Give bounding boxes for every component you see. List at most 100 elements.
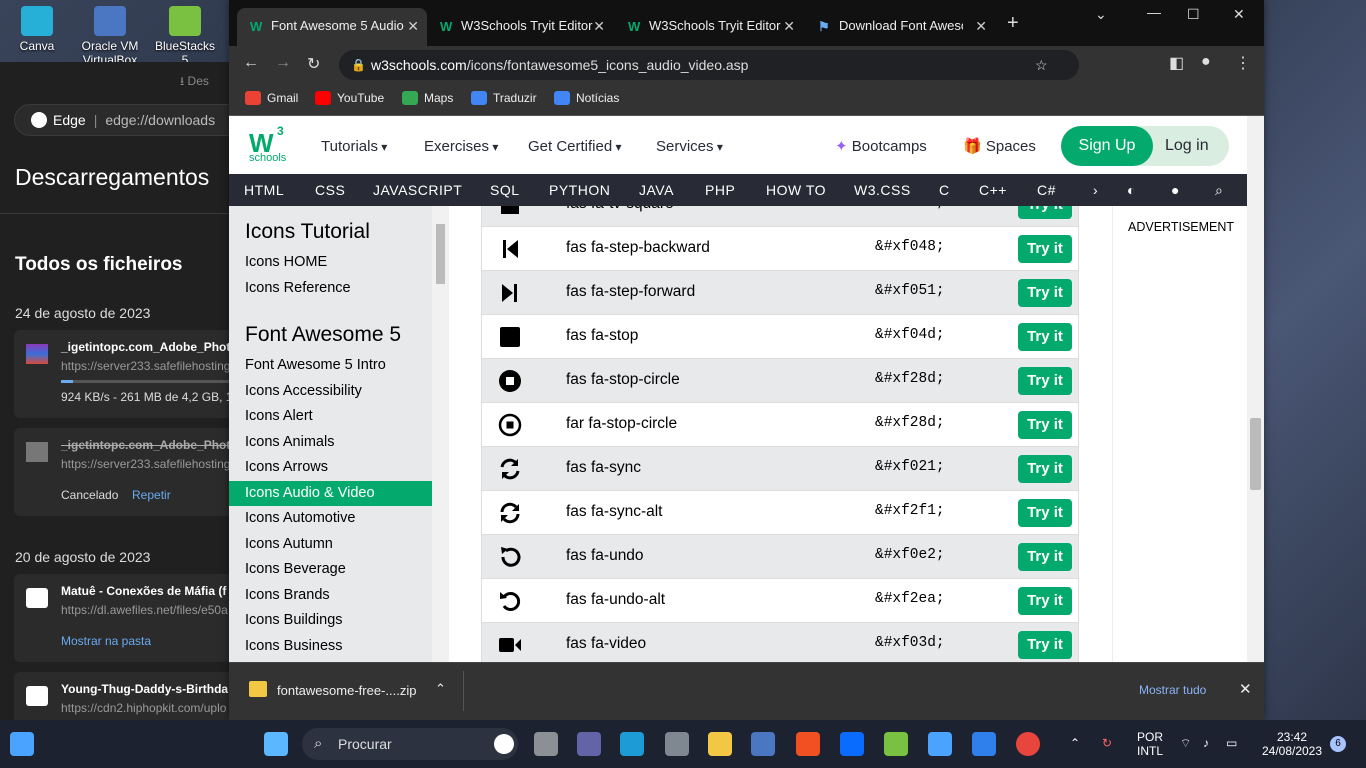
bluestacks-icon[interactable]	[884, 732, 908, 756]
sidebar-item[interactable]: Icons Audio & Video	[229, 480, 432, 506]
close-tab-icon[interactable]: ✕	[783, 8, 795, 44]
menu-exercises[interactable]: Exercises	[424, 138, 498, 155]
nav-python[interactable]: PYTHON	[549, 182, 610, 198]
close-window-button[interactable]: ✕	[1233, 6, 1245, 23]
nav-csharp[interactable]: C#	[1037, 182, 1056, 198]
download-item[interactable]: Young-Thug-Daddy-s-Birthda https://cdn2.…	[14, 672, 230, 722]
network-alert-icon[interactable]: ↻	[1102, 736, 1112, 750]
download-item[interactable]: _igetintopc.com_Adobe_Phot https://serve…	[14, 330, 230, 418]
try-it-button[interactable]: Try it	[1018, 323, 1072, 351]
sidebar-scrollbar[interactable]	[432, 206, 449, 662]
sidebar-item[interactable]: Icons Animals	[229, 430, 432, 456]
file-explorer-icon[interactable]	[708, 732, 732, 756]
download-item[interactable]: _igetintopc.com_Adobe_Phot https://serve…	[14, 428, 230, 516]
desktop-icon-canva[interactable]: Canva	[7, 6, 67, 53]
bookmark-youtube[interactable]: YouTube	[315, 91, 384, 105]
try-it-button[interactable]: Try it	[1018, 279, 1072, 307]
taskbar-search[interactable]: ⌕ Procurar	[302, 728, 518, 760]
sidebar-item[interactable]: Icons Alert	[229, 404, 432, 430]
retry-link[interactable]: Repetir	[132, 488, 171, 502]
tab-tryit-2[interactable]: W W3Schools Tryit Editor ✕	[615, 8, 803, 46]
edge-address-bar[interactable]: Edge | edge://downloads	[14, 104, 230, 136]
try-it-button[interactable]: Try it	[1018, 543, 1072, 571]
globe-icon[interactable]: ●	[1171, 182, 1180, 198]
desktop-icon-bluestacks[interactable]: BlueStacks 5	[155, 6, 215, 67]
tab-tryit-1[interactable]: W W3Schools Tryit Editor ✕	[427, 8, 613, 46]
download-item[interactable]: Matuê - Conexões de Máfia (f https://dl.…	[14, 574, 230, 662]
nav-java[interactable]: JAVA	[639, 182, 674, 198]
show-all-button[interactable]: Mostrar tudo	[1139, 683, 1206, 697]
download-file-name[interactable]: fontawesome-free-....zip	[277, 683, 416, 698]
try-it-button[interactable]: Try it	[1018, 499, 1072, 527]
page-scrollbar[interactable]	[1247, 116, 1264, 662]
chevron-up-icon[interactable]: ⌃	[1070, 736, 1080, 750]
chrome-icon[interactable]	[1016, 732, 1040, 756]
notification-badge[interactable]: 6	[1330, 736, 1346, 752]
signup-button[interactable]: Sign Up	[1061, 126, 1153, 166]
dark-mode-icon[interactable]: ◐	[1127, 182, 1136, 198]
minimize-button[interactable]: —	[1147, 4, 1161, 20]
nav-howto[interactable]: HOW TO	[766, 182, 826, 198]
nav-cpp[interactable]: C++	[979, 182, 1007, 198]
sidebar-item[interactable]: Icons Automotive	[229, 506, 432, 532]
sidebar-item[interactable]: Icons Accessibility	[229, 379, 432, 405]
close-tab-icon[interactable]: ✕	[593, 8, 605, 44]
widgets-icon[interactable]	[10, 732, 34, 756]
profile-icon[interactable]: ●	[1201, 53, 1211, 71]
vscode-icon[interactable]	[972, 732, 996, 756]
virtualbox-icon[interactable]	[751, 732, 775, 756]
nav-w3css[interactable]: W3.CSS	[854, 182, 911, 198]
bookmark-maps[interactable]: Maps	[402, 91, 453, 105]
menu-tutorials[interactable]: Tutorials	[321, 138, 387, 155]
edge-download-toolbar[interactable]: ⭳ Des	[180, 72, 209, 93]
sidebar-item[interactable]: Icons Beverage	[229, 557, 432, 583]
bookmark-translate[interactable]: Traduzir	[471, 91, 537, 105]
bluetooth-icon[interactable]	[840, 732, 864, 756]
nav-sql[interactable]: SQL	[490, 182, 520, 198]
settings-gear-icon[interactable]	[665, 732, 689, 756]
bookmark-news[interactable]: Notícias	[554, 91, 619, 105]
sidebar-item[interactable]: Icons HOME	[229, 250, 432, 276]
sidebar-item[interactable]: Icons Business	[229, 634, 432, 660]
try-it-button[interactable]: Try it	[1018, 206, 1072, 219]
w3schools-logo[interactable]: W 3 schools	[249, 124, 289, 164]
try-it-button[interactable]: Try it	[1018, 411, 1072, 439]
tab-search-icon[interactable]: ⌄	[1095, 6, 1107, 23]
store-icon[interactable]	[796, 732, 820, 756]
menu-icon[interactable]: ⋮	[1235, 53, 1251, 73]
search-icon[interactable]: ⌕	[1215, 182, 1223, 199]
try-it-button[interactable]: Try it	[1018, 235, 1072, 263]
side-panel-icon[interactable]: ◧	[1169, 53, 1184, 73]
spaces-link[interactable]: 🎁 Spaces	[963, 137, 1036, 155]
bookmark-star-icon[interactable]: ☆	[1035, 50, 1048, 80]
sidebar-item[interactable]: Icons Reference	[229, 276, 432, 302]
back-icon[interactable]: ←	[243, 54, 259, 72]
wifi-icon[interactable]: ⌔	[1180, 736, 1191, 750]
close-download-bar-icon[interactable]: ✕	[1239, 680, 1252, 698]
edge-icon[interactable]	[620, 732, 644, 756]
try-it-button[interactable]: Try it	[1018, 367, 1072, 395]
desktop-icon-virtualbox[interactable]: Oracle VM VirtualBox	[80, 6, 140, 67]
task-view-icon[interactable]	[534, 732, 558, 756]
start-icon[interactable]	[264, 732, 288, 756]
chevron-right-icon[interactable]: ›	[1093, 182, 1098, 198]
nav-html[interactable]: HTML	[244, 182, 284, 198]
tab-font-awesome[interactable]: W Font Awesome 5 Audio ✕	[237, 8, 427, 46]
sidebar-item[interactable]: Font Awesome 5 Intro	[229, 353, 432, 379]
battery-icon[interactable]: ▭	[1226, 736, 1237, 750]
forward-icon[interactable]: →	[275, 54, 291, 72]
try-it-button[interactable]: Try it	[1018, 587, 1072, 615]
menu-services[interactable]: Services	[656, 138, 723, 155]
sidebar-item[interactable]: Icons Arrows	[229, 455, 432, 481]
bookmark-gmail[interactable]: Gmail	[245, 91, 298, 105]
try-it-button[interactable]: Try it	[1018, 455, 1072, 483]
nav-c[interactable]: C	[939, 182, 950, 198]
new-tab-button[interactable]: +	[1007, 12, 1019, 35]
language-indicator[interactable]: POR INTL	[1134, 730, 1166, 758]
sidebar-item[interactable]: Icons Autumn	[229, 532, 432, 558]
notepad-icon[interactable]	[928, 732, 952, 756]
reload-icon[interactable]: ↻	[307, 54, 320, 74]
teams-icon[interactable]	[577, 732, 601, 756]
menu-get-certified[interactable]: Get Certified	[528, 138, 622, 155]
close-tab-icon[interactable]: ✕	[407, 8, 419, 44]
